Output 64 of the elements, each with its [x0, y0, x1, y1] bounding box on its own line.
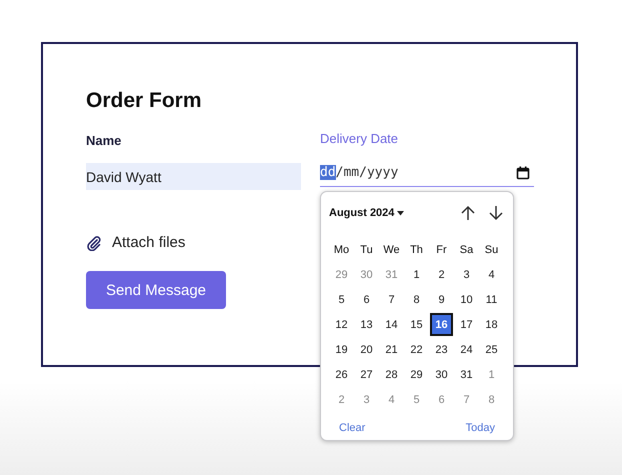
calendar-day[interactable]: 11 [479, 287, 504, 312]
calendar-day[interactable]: 30 [429, 362, 454, 387]
calendar-day[interactable]: 5 [329, 287, 354, 312]
calendar-day[interactable]: 23 [429, 337, 454, 362]
weekday-label: Su [484, 242, 500, 258]
calendar-day[interactable]: 2 [429, 262, 454, 287]
calendar-day[interactable]: 18 [479, 312, 504, 337]
calendar-day[interactable]: 26 [329, 362, 354, 387]
calendar-day[interactable]: 4 [479, 262, 504, 287]
calendar-day[interactable]: 31 [379, 262, 404, 287]
calendar-day[interactable]: 6 [429, 387, 454, 412]
weekday-label: Sa [458, 242, 474, 258]
paperclip-icon[interactable] [86, 234, 102, 250]
send-message-button[interactable]: Send Message [86, 271, 226, 309]
month-selector[interactable]: August 2024 [329, 207, 404, 219]
calendar-icon[interactable] [516, 166, 530, 180]
calendar-day[interactable]: 29 [404, 362, 429, 387]
calendar-day[interactable]: 14 [379, 312, 404, 337]
name-field[interactable]: David Wyatt [86, 163, 301, 190]
calendar-day[interactable]: 12 [329, 312, 354, 337]
today-link[interactable]: Today [466, 422, 495, 434]
calendar-day[interactable]: 8 [479, 387, 504, 412]
calendar-day[interactable]: 17 [454, 312, 479, 337]
calendar-day[interactable]: 4 [379, 387, 404, 412]
calendar-day[interactable]: 19 [329, 337, 354, 362]
caret-icon [397, 210, 404, 216]
calendar-day[interactable]: 5 [404, 387, 429, 412]
calendar-day[interactable]: 10 [454, 287, 479, 312]
calendar-day[interactable]: 15 [404, 312, 429, 337]
calendar-day[interactable]: 1 [404, 262, 429, 287]
calendar-day[interactable]: 20 [354, 337, 379, 362]
calendar-day[interactable]: 24 [454, 337, 479, 362]
calendar-day[interactable]: 16 [430, 313, 453, 336]
calendar-day[interactable]: 3 [354, 387, 379, 412]
form-title: Order Form [86, 89, 203, 113]
calendar-day[interactable]: 27 [354, 362, 379, 387]
calendar-day[interactable]: 3 [454, 262, 479, 287]
calendar-day[interactable]: 7 [379, 287, 404, 312]
date-field[interactable]: dd/mm/yyyy [320, 159, 534, 187]
field-label: Name [86, 133, 122, 150]
arrow-down-icon[interactable] [487, 204, 505, 222]
calendar-day[interactable]: 6 [354, 287, 379, 312]
calendar-day[interactable]: 9 [429, 287, 454, 312]
calendar-day[interactable]: 22 [404, 337, 429, 362]
weekday-label: We [382, 242, 401, 258]
arrow-up-icon[interactable] [459, 204, 477, 222]
field-label: Delivery Date [320, 131, 400, 148]
weekday-label: Mo [332, 242, 350, 258]
calendar-day[interactable]: 2 [329, 387, 354, 412]
calendar-day[interactable]: 13 [354, 312, 379, 337]
calendar-day[interactable]: 21 [379, 337, 404, 362]
weekday-label: Fr [435, 242, 448, 258]
calendar-day[interactable]: 8 [404, 287, 429, 312]
weekday-label: Tu [359, 242, 374, 258]
calendar-day[interactable]: 31 [454, 362, 479, 387]
calendar-day[interactable]: 30 [354, 262, 379, 287]
calendar-day[interactable]: 25 [479, 337, 504, 362]
weekday-label: Th [409, 242, 424, 258]
clear-link[interactable]: Clear [339, 422, 366, 434]
calendar-day[interactable]: 1 [479, 362, 504, 387]
calendar-day[interactable]: 29 [329, 262, 354, 287]
calendar-day[interactable]: 28 [379, 362, 404, 387]
calendar-day[interactable]: 7 [454, 387, 479, 412]
attach-files-label[interactable]: Attach files [112, 234, 186, 251]
